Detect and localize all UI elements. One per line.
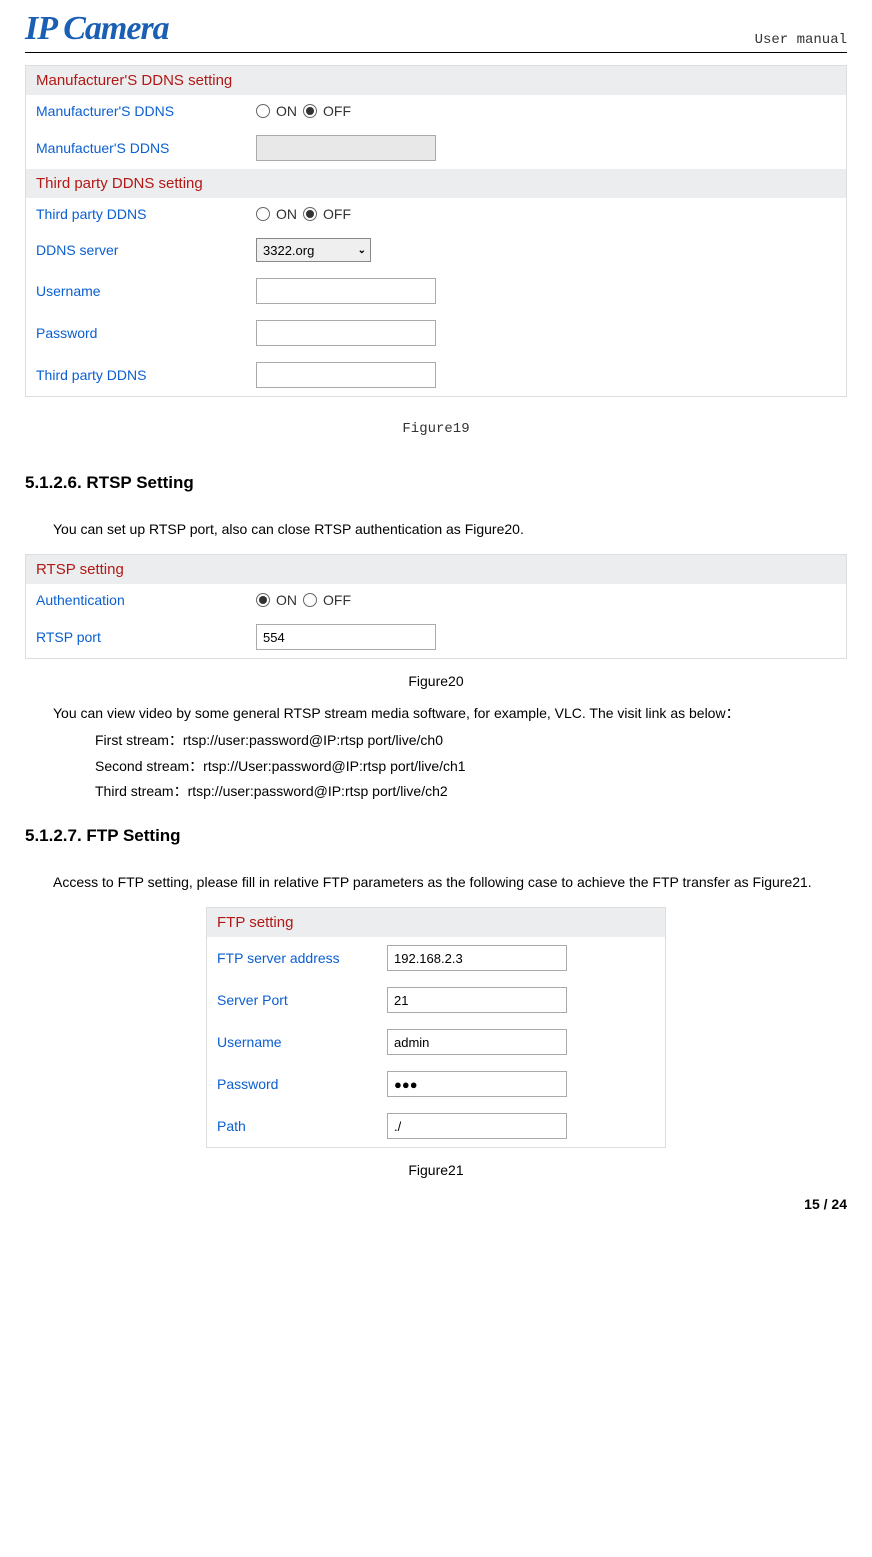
text-stream1: First stream：rtsp://user:password@IP:rts… [95,728,847,753]
radio-auth-off[interactable] [303,593,317,607]
radio-label-on: ON [276,206,297,222]
label-mfr-ddns: Manufacturer'S DDNS [36,103,256,119]
input-ftp-addr[interactable] [387,945,567,971]
label-ddns-server: DDNS server [36,242,256,258]
text-rtsp-intro: You can set up RTSP port, also can close… [25,517,847,542]
figure21-caption: Figure21 [25,1162,847,1178]
label-password: Password [36,325,256,341]
label-ftp-pass: Password [217,1076,387,1092]
radio-mfr-ddns-on[interactable] [256,104,270,118]
section-header-tp-ddns: Third party DDNS setting [26,169,846,198]
input-tp-ddns[interactable] [256,362,436,388]
radio-label-on: ON [276,103,297,119]
row-tp-ddns2: Third party DDNS [26,354,846,396]
label-mfr-ddns2: Manufactuer'S DDNS [36,140,256,156]
row-ftp-port: Server Port [207,979,665,1021]
page-header: IP Camera User manual [25,10,847,53]
row-auth: Authentication ON OFF [26,584,846,616]
heading-ftp: 5.1.2.7. FTP Setting [25,826,847,846]
label-username: Username [36,283,256,299]
section-header-rtsp: RTSP setting [26,555,846,584]
radio-label-off: OFF [323,592,351,608]
label-ftp-path: Path [217,1118,387,1134]
row-username: Username [26,270,846,312]
label-rtsp-port: RTSP port [36,629,256,645]
label-ftp-port: Server Port [217,992,387,1008]
label-ftp-addr: FTP server address [217,950,387,966]
rtsp-panel: RTSP setting Authentication ON OFF RTSP … [25,554,847,659]
row-ddns-server: DDNS server 3322.org ⌄ [26,230,846,270]
radio-auth-on[interactable] [256,593,270,607]
input-mfr-ddns[interactable] [256,135,436,161]
row-mfr-ddns: Manufacturer'S DDNS ON OFF [26,95,846,127]
input-ftp-pass[interactable] [387,1071,567,1097]
chevron-down-icon: ⌄ [358,245,366,256]
doc-title: User manual [755,32,847,48]
ftp-panel: FTP setting FTP server address Server Po… [206,907,666,1148]
text-ftp-intro: Access to FTP setting, please fill in re… [25,870,847,895]
section-header-mfr-ddns: Manufacturer'S DDNS setting [26,66,846,95]
input-rtsp-port[interactable] [256,624,436,650]
row-rtsp-port: RTSP port [26,616,846,658]
row-ftp-user: Username [207,1021,665,1063]
select-ddns-server[interactable]: 3322.org ⌄ [256,238,371,262]
row-tp-ddns: Third party DDNS ON OFF [26,198,846,230]
label-authentication: Authentication [36,592,256,608]
label-tp-ddns: Third party DDNS [36,206,256,222]
radio-tp-ddns-off[interactable] [303,207,317,221]
heading-rtsp: 5.1.2.6. RTSP Setting [25,473,847,493]
input-ftp-path[interactable] [387,1113,567,1139]
text-stream3: Third stream：rtsp://user:password@IP:rts… [95,779,847,804]
input-ddns-username[interactable] [256,278,436,304]
input-ddns-password[interactable] [256,320,436,346]
text-rtsp-desc: You can view video by some general RTSP … [25,701,847,726]
radio-tp-ddns-on[interactable] [256,207,270,221]
logo: IP Camera [25,10,169,48]
figure20-caption: Figure20 [25,673,847,689]
label-ftp-user: Username [217,1034,387,1050]
figure19-caption: Figure19 [25,421,847,437]
ddns-panel: Manufacturer'S DDNS setting Manufacturer… [25,65,847,397]
row-ftp-addr: FTP server address [207,937,665,979]
row-ftp-path: Path [207,1105,665,1147]
input-ftp-port[interactable] [387,987,567,1013]
radio-label-on: ON [276,592,297,608]
text-stream2: Second stream：rtsp://User:password@IP:rt… [95,754,847,779]
page-number: 15 / 24 [25,1196,847,1212]
row-mfr-ddns-value: Manufactuer'S DDNS [26,127,846,169]
section-header-ftp: FTP setting [207,908,665,937]
row-password: Password [26,312,846,354]
label-tp-ddns2: Third party DDNS [36,367,256,383]
radio-mfr-ddns-off[interactable] [303,104,317,118]
row-ftp-pass: Password [207,1063,665,1105]
radio-label-off: OFF [323,103,351,119]
select-value: 3322.org [263,243,314,258]
input-ftp-user[interactable] [387,1029,567,1055]
radio-label-off: OFF [323,206,351,222]
